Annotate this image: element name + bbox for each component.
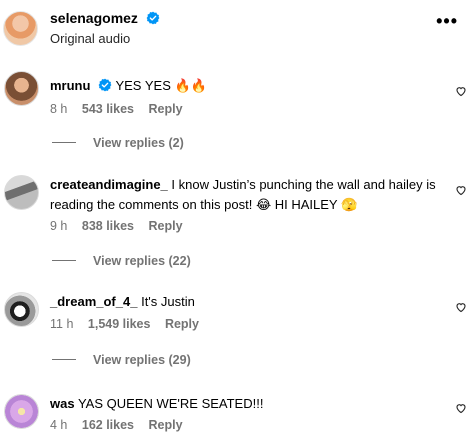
- comment-item: _dream_of_4_ It's Justin 11 h 1,549 like…: [0, 289, 476, 374]
- heart-outline-icon[interactable]: [455, 301, 467, 313]
- comment-time: 4 h: [50, 418, 68, 432]
- comment-likes[interactable]: 1,549 likes: [88, 317, 151, 331]
- commenter-avatar[interactable]: [4, 292, 39, 327]
- divider-line: [52, 359, 76, 360]
- divider-line: [52, 260, 76, 261]
- post-author-username-row[interactable]: selenagomez: [50, 10, 160, 26]
- comment-time: 8 h: [50, 102, 68, 116]
- reply-button[interactable]: Reply: [149, 418, 183, 432]
- comment-time: 9 h: [50, 219, 68, 233]
- commenter-username[interactable]: _dream_of_4_: [50, 294, 137, 309]
- view-replies-button[interactable]: View replies (29): [52, 353, 191, 367]
- audio-label[interactable]: Original audio: [50, 31, 130, 46]
- view-replies-button[interactable]: View replies (2): [52, 136, 184, 150]
- comment-item: was YAS QUEEN WE'RE SEATED!!! 4 h 162 li…: [0, 392, 476, 440]
- verified-badge-icon: [146, 11, 160, 25]
- heart-outline-icon[interactable]: [455, 402, 467, 414]
- reply-button[interactable]: Reply: [149, 102, 183, 116]
- commenter-avatar[interactable]: [4, 175, 39, 210]
- comment-text: It's Justin: [141, 294, 195, 309]
- commenter-username[interactable]: was: [50, 396, 75, 411]
- commenter-username[interactable]: mrunu: [50, 78, 90, 93]
- comment-content: _dream_of_4_ It's Justin: [50, 292, 440, 312]
- comment-likes[interactable]: 162 likes: [82, 418, 134, 432]
- comment-item: mrunu YES YES 🔥🔥 8 h 543 likes Reply Vie…: [0, 71, 476, 161]
- comment-item: createandimagine_ I know Justin’s punchi…: [0, 172, 476, 272]
- heart-outline-icon[interactable]: [455, 184, 467, 196]
- comment-likes[interactable]: 543 likes: [82, 102, 134, 116]
- reply-button[interactable]: Reply: [165, 317, 199, 331]
- heart-outline-icon[interactable]: [455, 85, 467, 97]
- divider-line: [52, 142, 76, 143]
- verified-badge-icon: [98, 78, 112, 92]
- comment-meta: 11 h 1,549 likes Reply: [50, 317, 210, 331]
- reels-comments-panel: selenagomez Original audio ••• mrunu YES…: [0, 0, 476, 440]
- more-horizontal-icon[interactable]: •••: [436, 12, 458, 30]
- post-author-avatar[interactable]: [3, 11, 38, 46]
- reply-button[interactable]: Reply: [149, 219, 183, 233]
- view-replies-label[interactable]: View replies (29): [93, 353, 191, 367]
- comment-meta: 8 h 543 likes Reply: [50, 102, 194, 116]
- view-replies-label[interactable]: View replies (22): [93, 254, 191, 268]
- comment-time: 11 h: [50, 317, 74, 331]
- comment-text: YES YES 🔥🔥: [115, 78, 207, 93]
- commenter-username[interactable]: createandimagine_: [50, 177, 168, 192]
- view-replies-label[interactable]: View replies (2): [93, 136, 184, 150]
- commenter-avatar[interactable]: [4, 394, 39, 429]
- comment-meta: 4 h 162 likes Reply: [50, 418, 194, 432]
- comment-content: mrunu YES YES 🔥🔥: [50, 76, 440, 96]
- post-author-username[interactable]: selenagomez: [50, 10, 138, 26]
- comment-content: createandimagine_ I know Justin’s punchi…: [50, 175, 440, 215]
- view-replies-button[interactable]: View replies (22): [52, 254, 191, 268]
- comment-meta: 9 h 838 likes Reply: [50, 219, 194, 233]
- comment-content: was YAS QUEEN WE'RE SEATED!!!: [50, 394, 440, 414]
- commenter-avatar[interactable]: [4, 71, 39, 106]
- comment-likes[interactable]: 838 likes: [82, 219, 134, 233]
- post-header: selenagomez Original audio •••: [0, 0, 476, 58]
- comment-text: YAS QUEEN WE'RE SEATED!!!: [77, 396, 264, 411]
